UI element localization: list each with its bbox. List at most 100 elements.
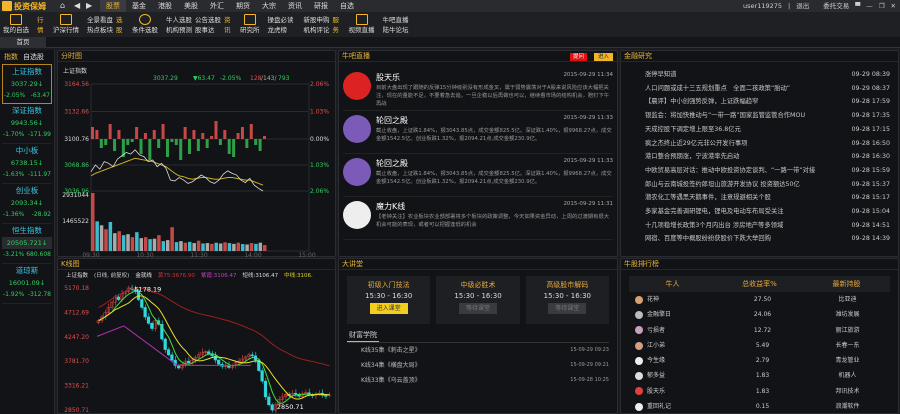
forward-icon[interactable]: ▶	[86, 1, 92, 10]
lesson-item[interactable]: K线33集《乌云盖顶》 15-09-28 10:25	[339, 373, 617, 388]
kline-chart[interactable]: 5170.18 4712.69 4247.20 3781.70 3316.21 2850.…	[58, 282, 335, 414]
condition-select-button[interactable]: 条件选股	[132, 14, 158, 35]
news-item[interactable]: 多家基金完善调研锂电，锂电及电动车布局受关注 09-28 15:04	[621, 205, 898, 219]
tab-index[interactable]: 指数	[4, 52, 18, 62]
institution-comment-button[interactable]: 机构评论	[304, 25, 330, 35]
tab-watchlist[interactable]: 自选股	[23, 52, 44, 62]
institution-forecast-button[interactable]: 机构预测	[166, 25, 192, 35]
latest-holding[interactable]: 长春一东	[805, 338, 890, 353]
nav-tab[interactable]: 美股	[178, 0, 204, 12]
kline-mode[interactable]: (日线, 前复权)	[94, 271, 129, 279]
trade-button[interactable]: 委托交易	[823, 0, 849, 12]
news-item[interactable]: 人口问题或成十三五规划重点 全面二孩政策“胎动” 09-29 08:37	[621, 82, 898, 96]
latest-holding[interactable]: 邦讯技术	[805, 384, 890, 399]
post-user[interactable]: 魔力K线	[376, 201, 405, 212]
home-icon[interactable]: ⌂	[60, 1, 65, 10]
news-item[interactable]: 天成控股下调定增上限至36.8亿元 09-28 17:15	[621, 123, 898, 137]
close-icon[interactable]: ✕	[891, 0, 896, 12]
restore-icon[interactable]: ❐	[879, 0, 885, 12]
expert-name[interactable]: 亏损者	[647, 323, 665, 338]
latest-holding[interactable]: 青龙管业	[805, 353, 890, 368]
nav-tab[interactable]: 资讯	[282, 0, 308, 12]
live-post[interactable]: 轮回之殿 2015-09-29 11:33 截止收盘，上证跌1.84%，报3043.…	[343, 154, 613, 197]
must-read-button[interactable]: 操盘必读	[268, 15, 294, 25]
my-watchlist-button[interactable]: 我的自选	[3, 14, 29, 35]
nav-tab[interactable]: 自选	[334, 0, 360, 12]
panorama-button[interactable]: 全景看盘	[87, 15, 113, 25]
message-icon[interactable]: ▀	[855, 0, 860, 12]
ranking-row[interactable]: 亏损者 12.72 丽江旅游	[629, 323, 890, 338]
news-item[interactable]: 十几项稳增长政策3个月内出台 涉房地产等多领域 09-28 14:51	[621, 219, 898, 233]
tab-wealth-college[interactable]: 财富学院	[347, 331, 379, 342]
latest-holding[interactable]: 比亚迪	[805, 292, 890, 307]
ask-button[interactable]: 提问	[569, 53, 587, 61]
lesson-item[interactable]: K线35集《刺击之星》 15-09-29 09:23	[339, 343, 617, 358]
news-item[interactable]: 中欧贸易高层对话：推动中欧投资协定谈判、“一路一带”对接 09-28 15:59	[621, 164, 898, 178]
nav-tab[interactable]: 港股	[152, 0, 178, 12]
latest-holding[interactable]: 机器人	[805, 368, 890, 383]
news-item[interactable]: 涨停早知道 09-29 08:39	[621, 68, 898, 82]
nav-tab[interactable]: 大宗	[256, 0, 282, 12]
ranking-row[interactable]: 今生缘 2.79 青龙管业	[629, 353, 890, 368]
ranking-row[interactable]: 重回礼记 0.15 浪潮软件	[629, 399, 890, 413]
stock-news-button[interactable]: 股事达	[195, 25, 221, 35]
hs-market-button[interactable]: 沪深行情	[53, 14, 79, 35]
wait-class-button[interactable]: 等待课堂	[458, 303, 497, 314]
minimize-icon[interactable]: —	[866, 0, 873, 12]
news-item[interactable]: 潜农化工等遇黑天鹅事件，注意规避相关个股 09-28 15:17	[621, 191, 898, 205]
news-item[interactable]: 【晨评】中小创强势反弹，上证跌幅趋窄 09-28 17:59	[621, 95, 898, 109]
expert-pick-button[interactable]: 牛人选股	[166, 15, 192, 25]
tab-home[interactable]: 首页	[0, 37, 46, 48]
ranking-row[interactable]: 江小弟 5.49 长春一东	[629, 338, 890, 353]
nav-tab[interactable]: 基金	[126, 0, 152, 12]
enter-class-button[interactable]: 进入课堂	[369, 303, 408, 314]
index-card[interactable]: 上证指数 3037.29↓ -2.05% -63.47	[2, 64, 52, 104]
latest-holding[interactable]: 丽江旅游	[805, 323, 890, 338]
expert-name[interactable]: 重回礼记	[647, 399, 671, 413]
nav-tab[interactable]: 外汇	[204, 0, 230, 12]
news-item[interactable]: 港口整合预期涨，宁波港率先启动 09-28 16:30	[621, 150, 898, 164]
news-item[interactable]: 疯之杰终止近29亿元非公开发行事项 09-28 16:50	[621, 137, 898, 151]
news-item[interactable]: 网宿、百度等中概股纷纷获股价下跌大举回购 09-28 14:39	[621, 232, 898, 246]
index-card[interactable]: 道琼斯 16001.09↓ -1.92% -312.78	[2, 264, 52, 304]
nav-tab[interactable]: 研报	[308, 0, 334, 12]
live-post[interactable]: 魔力K线 2015-09-29 11:31 【老钟关注】农业板块农业部部署将多个板块…	[343, 197, 613, 240]
expert-name[interactable]: 郁多益	[647, 368, 665, 383]
lesson-item[interactable]: K线34集《横盘大局》 15-09-29 09:21	[339, 358, 617, 373]
expert-name[interactable]: 花神	[647, 292, 659, 307]
expert-name[interactable]: 江小弟	[647, 338, 665, 353]
index-card[interactable]: 创业板 2093.34↓ -1.36% -28.92	[2, 184, 52, 224]
announcement-pick-button[interactable]: 公告选股	[195, 15, 221, 25]
index-card[interactable]: 深证指数 9943.56↓ -1.70% -171.99	[2, 104, 52, 144]
ranking-row[interactable]: 股天乐 1.83 邦讯技术	[629, 384, 890, 399]
news-item[interactable]: 郎山与云南城投签约郎坦山旅游开发协议 投资额达50亿 09-28 15:37	[621, 178, 898, 192]
index-card[interactable]: 恒生指数 20505.721↓ -3.21% 680.608	[2, 224, 52, 264]
latest-holding[interactable]: 浪潮软件	[805, 399, 890, 413]
enter-button[interactable]: 进入	[593, 53, 613, 61]
nav-tab[interactable]: 股票	[100, 0, 126, 12]
intraday-chart[interactable]: 3164.56 2.06% 3132.66 1.03% 3100.76 0.00% 3068…	[58, 63, 335, 257]
index-card[interactable]: 中小板 6738.15↓ -1.63% -111.97	[2, 144, 52, 184]
niuba-live-button[interactable]: 牛吧直播	[383, 15, 409, 25]
forum-button[interactable]: 陆牛论坛	[383, 25, 409, 35]
logout-link[interactable]: 退出	[796, 0, 809, 12]
expert-name[interactable]: 金融擎日	[647, 307, 671, 322]
back-icon[interactable]: ◀	[74, 1, 80, 10]
wait-class-button[interactable]: 等待课堂	[548, 303, 587, 314]
news-item[interactable]: 银监会：将加快推动与“一带一路”国家监管监管合作MOU 09-28 17:35	[621, 109, 898, 123]
ranking-row[interactable]: 郁多益 1.83 机器人	[629, 368, 890, 383]
expert-name[interactable]: 股天乐	[647, 384, 665, 399]
live-post[interactable]: 轮回之殿 2015-09-29 11:33 截止收盘，上证跌1.84%，报3043.…	[343, 111, 613, 154]
nav-tab[interactable]: 期货	[230, 0, 256, 12]
dragon-tiger-button[interactable]: 龙虎榜	[268, 25, 294, 35]
hot-sector-button[interactable]: 热点板块	[87, 25, 113, 35]
post-user[interactable]: 轮回之殿	[376, 115, 408, 126]
post-user[interactable]: 股天乐	[376, 72, 400, 83]
ranking-row[interactable]: 金融擎日 24.06 潍坊发展	[629, 307, 890, 322]
research-button[interactable]: 研究所	[240, 14, 260, 35]
video-live-button[interactable]: 视频直播	[349, 14, 375, 35]
ipo-subscribe-button[interactable]: 新股申购	[304, 15, 330, 25]
live-post[interactable]: 股天乐 2015-09-29 11:34 目前大盘出现了跟随的反弹15分钟级别没有形…	[343, 68, 613, 111]
expert-name[interactable]: 今生缘	[647, 353, 665, 368]
post-user[interactable]: 轮回之殿	[376, 158, 408, 169]
